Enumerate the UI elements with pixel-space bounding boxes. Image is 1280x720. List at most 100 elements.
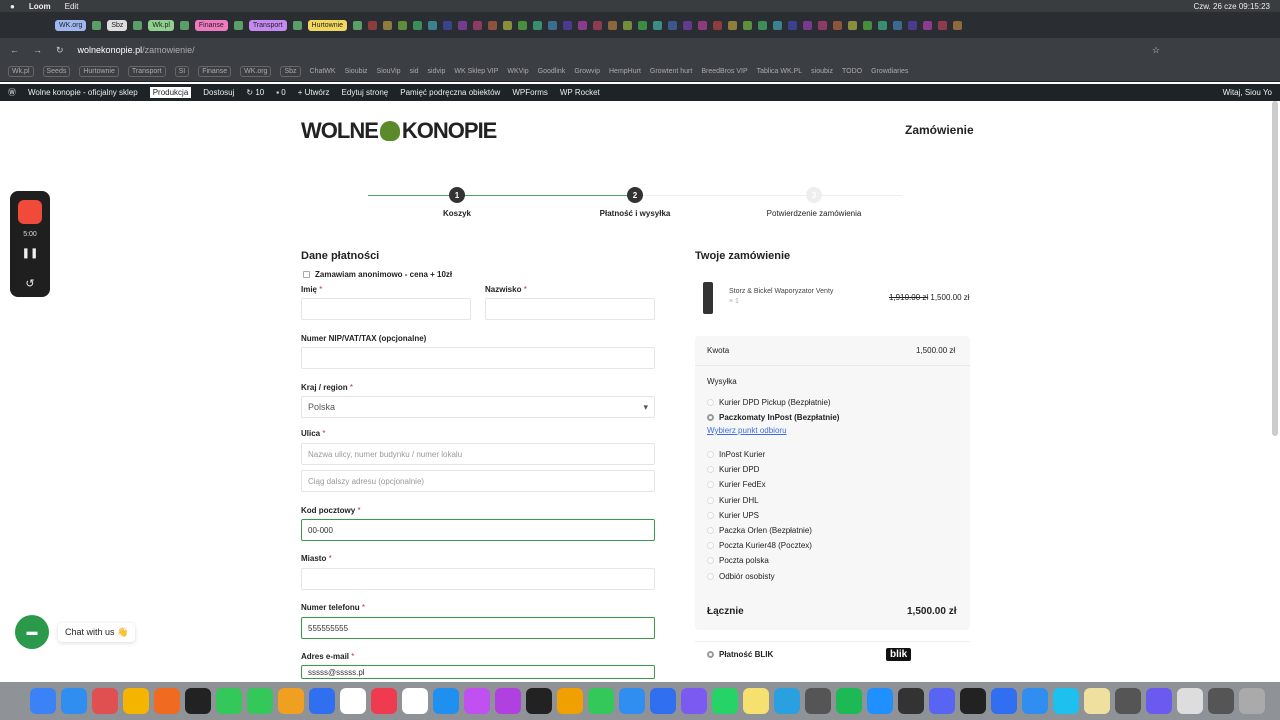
tab-group-transport[interactable]: Transport	[248, 19, 287, 31]
logo[interactable]: WOLNE KONOPIE	[301, 118, 497, 144]
dock-app-icon[interactable]	[805, 688, 831, 714]
tab-favicon[interactable]	[653, 20, 663, 30]
wpforms-link[interactable]: WPForms	[512, 88, 548, 97]
street-input[interactable]: Nazwa ulicy, numer budynku / numer lokal…	[301, 443, 655, 465]
bookmark[interactable]: Hurtownie	[79, 66, 119, 77]
shipping-option[interactable]: Kurier UPS	[707, 511, 759, 520]
tab-favicon[interactable]	[623, 20, 633, 30]
nip-input[interactable]	[301, 347, 655, 369]
tab-favicon[interactable]	[923, 20, 933, 30]
tab-favicon[interactable]	[578, 20, 588, 30]
tab-favicon[interactable]	[292, 20, 302, 30]
anonymous-checkbox[interactable]: Zamawiam anonimowo - cena + 10zł	[303, 270, 452, 279]
dock-app-icon[interactable]	[929, 688, 955, 714]
edit-page-link[interactable]: Edytuj stronę	[342, 88, 389, 97]
tab-favicon[interactable]	[443, 20, 453, 30]
forward-icon[interactable]: →	[33, 45, 42, 55]
phone-input[interactable]: 555555555	[301, 617, 655, 639]
bookmark[interactable]: Goodlink	[538, 68, 566, 75]
dock-app-icon[interactable]	[278, 688, 304, 714]
tab-group-finanse[interactable]: Finanse	[194, 19, 228, 31]
shipping-option[interactable]: Poczta polska	[707, 556, 769, 565]
site-name[interactable]: Wolne konopie - oficjalny sklep	[28, 88, 138, 97]
tab-favicon[interactable]	[503, 20, 513, 30]
step-1[interactable]: 1	[449, 187, 465, 203]
bookmark[interactable]: WK.org	[240, 66, 272, 77]
pickup-point-link[interactable]: Wybierz punkt odbioru	[707, 426, 787, 435]
tab-favicon[interactable]	[668, 20, 678, 30]
dock-app-icon[interactable]	[1115, 688, 1141, 714]
dock-app-icon[interactable]	[991, 688, 1017, 714]
tab-favicon[interactable]	[593, 20, 603, 30]
tab-favicon[interactable]	[683, 20, 693, 30]
dock-app-icon[interactable]	[402, 688, 428, 714]
shipping-option[interactable]: Kurier DPD Pickup (Bezpłatnie)	[707, 398, 831, 407]
country-select[interactable]: Polska ▾	[301, 396, 655, 418]
bookmark[interactable]: Seeds	[42, 66, 71, 77]
user-greeting[interactable]: Witaj, Siou Yo	[1223, 88, 1272, 97]
dock-app-icon[interactable]	[340, 688, 366, 714]
tab-favicon[interactable]	[863, 20, 873, 30]
tab-favicon[interactable]	[848, 20, 858, 30]
bookmark[interactable]: Growtent hurt	[650, 68, 692, 75]
dock-app-icon[interactable]	[526, 688, 552, 714]
street2-input[interactable]: Ciąg dalszy adresu (opcjonalnie)	[301, 470, 655, 492]
dock-app-icon[interactable]	[588, 688, 614, 714]
bookmark[interactable]: sioubiz	[811, 68, 833, 75]
chat-button[interactable]: ▬	[15, 615, 49, 649]
dock-app-icon[interactable]	[433, 688, 459, 714]
restart-icon[interactable]: ↺	[10, 277, 50, 290]
url-field[interactable]: wolnekonopie.pl/zamowienie/	[78, 45, 195, 55]
dock-app-icon[interactable]	[185, 688, 211, 714]
dock-app-icon[interactable]	[619, 688, 645, 714]
first-name-input[interactable]	[301, 298, 471, 320]
tab-favicon[interactable]	[488, 20, 498, 30]
bookmark[interactable]: Growvip	[574, 68, 600, 75]
tab-favicon[interactable]	[608, 20, 618, 30]
shipping-option[interactable]: Kurier DPD	[707, 465, 759, 474]
bookmark[interactable]: Transport	[127, 66, 166, 77]
dock-app-icon[interactable]	[1239, 688, 1265, 714]
dock-app-icon[interactable]	[371, 688, 397, 714]
dock-app-icon[interactable]	[1208, 688, 1234, 714]
tab-favicon[interactable]	[953, 20, 963, 30]
dock-app-icon[interactable]	[61, 688, 87, 714]
tab-favicon[interactable]	[728, 20, 738, 30]
dock-app-icon[interactable]	[743, 688, 769, 714]
comments-link[interactable]: ▪ 0	[276, 88, 286, 97]
dock-app-icon[interactable]	[216, 688, 242, 714]
city-input[interactable]	[301, 568, 655, 590]
reload-icon[interactable]: ↻	[56, 45, 64, 56]
tab-favicon[interactable]	[473, 20, 483, 30]
dock-app-icon[interactable]	[681, 688, 707, 714]
tab-favicon[interactable]	[428, 20, 438, 30]
bookmark[interactable]: BreedBros VIP	[701, 68, 747, 75]
tab-favicon[interactable]	[713, 20, 723, 30]
shipping-option[interactable]: Paczkomaty InPost (Bezpłatnie)	[707, 413, 839, 422]
dock-app-icon[interactable]	[898, 688, 924, 714]
shipping-option[interactable]: Kurier FedEx	[707, 480, 766, 489]
tab-favicon[interactable]	[353, 20, 363, 30]
tab-favicon[interactable]	[518, 20, 528, 30]
bookmark[interactable]: Growdiaries	[871, 68, 908, 75]
tab-favicon[interactable]	[413, 20, 423, 30]
clock[interactable]: Czw. 26 cze 09:15:23	[1194, 2, 1271, 11]
bookmark[interactable]: sid	[410, 68, 419, 75]
wordpress-icon[interactable]: Ⓦ	[8, 87, 16, 98]
tab-group-wkorg[interactable]: WK.org	[55, 19, 87, 31]
dock-app-icon[interactable]	[867, 688, 893, 714]
tab-favicon[interactable]	[563, 20, 573, 30]
shipping-option[interactable]: Odbiór osobisty	[707, 572, 775, 581]
bookmark[interactable]: HempHurt	[609, 68, 641, 75]
tab-favicon[interactable]	[758, 20, 768, 30]
tab-favicon[interactable]	[788, 20, 798, 30]
tab-favicon[interactable]	[368, 20, 378, 30]
chat-label[interactable]: Chat with us 👋	[58, 623, 136, 642]
bookmark[interactable]: Sbz	[280, 66, 301, 77]
bookmark[interactable]: SiouVip	[377, 68, 401, 75]
dock-app-icon[interactable]	[836, 688, 862, 714]
dock-app-icon[interactable]	[1177, 688, 1203, 714]
updates-link[interactable]: ↻ 10	[246, 88, 264, 97]
tab-favicon[interactable]	[638, 20, 648, 30]
tab-favicon[interactable]	[698, 20, 708, 30]
